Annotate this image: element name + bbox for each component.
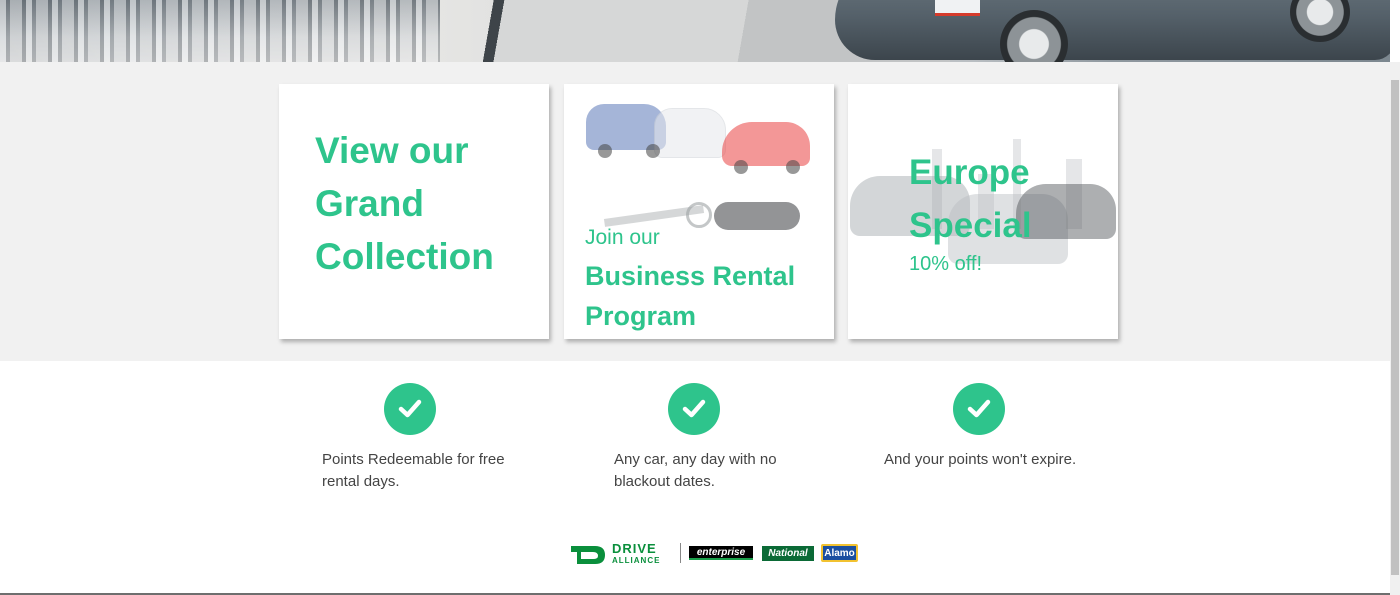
key-ring-image — [686, 202, 712, 228]
alamo-logo: Alamo — [821, 544, 858, 562]
toy-wheel — [598, 144, 612, 158]
card-subtitle: Join our — [585, 226, 660, 249]
scrollbar-thumb[interactable] — [1391, 80, 1399, 575]
check-circle-icon — [668, 383, 720, 435]
toy-car-white-image — [654, 108, 726, 158]
national-logo: National — [762, 546, 814, 561]
car-key-fob-image — [714, 202, 800, 230]
card-subtitle: 10% off! — [909, 253, 983, 275]
feature-text: Points Redeemable for free rental days. — [322, 451, 505, 490]
promo-card-business-rental[interactable]: Join our Business Rental Program — [564, 84, 834, 339]
enterprise-logo: enterprise — [689, 546, 753, 560]
hero-banner — [0, 0, 1390, 62]
promo-card-europe-special[interactable]: Europe Special 10% off! — [848, 84, 1118, 339]
toy-wheel — [646, 144, 660, 158]
card-title: View our Grand Collection — [315, 130, 494, 277]
card-title: Business Rental Program — [585, 261, 796, 331]
check-circle-icon — [953, 383, 1005, 435]
toy-wheel — [734, 160, 748, 174]
card-title: Europe Special — [909, 153, 1032, 245]
drive-alliance-line1: DRIVE — [612, 541, 657, 556]
promo-card-grand-collection[interactable]: View our Grand Collection — [279, 84, 549, 339]
drive-alliance-logo: DRIVE ALLIANCE — [612, 541, 661, 567]
drive-alliance-logo-icon — [565, 546, 605, 564]
feature-text: Any car, any day with no blackout dates. — [614, 451, 777, 490]
feature-text: And your points won't expire. — [884, 451, 1077, 468]
drive-alliance-line2: ALLIANCE — [612, 556, 661, 565]
city-skyline-image — [0, 0, 440, 62]
check-circle-icon — [384, 383, 436, 435]
partner-logos: DRIVE ALLIANCE enterprise National Alamo — [565, 541, 865, 567]
logo-divider — [680, 543, 681, 563]
car-headlight — [935, 0, 980, 16]
toy-wheel — [786, 160, 800, 174]
toy-car-red-image — [722, 122, 810, 166]
